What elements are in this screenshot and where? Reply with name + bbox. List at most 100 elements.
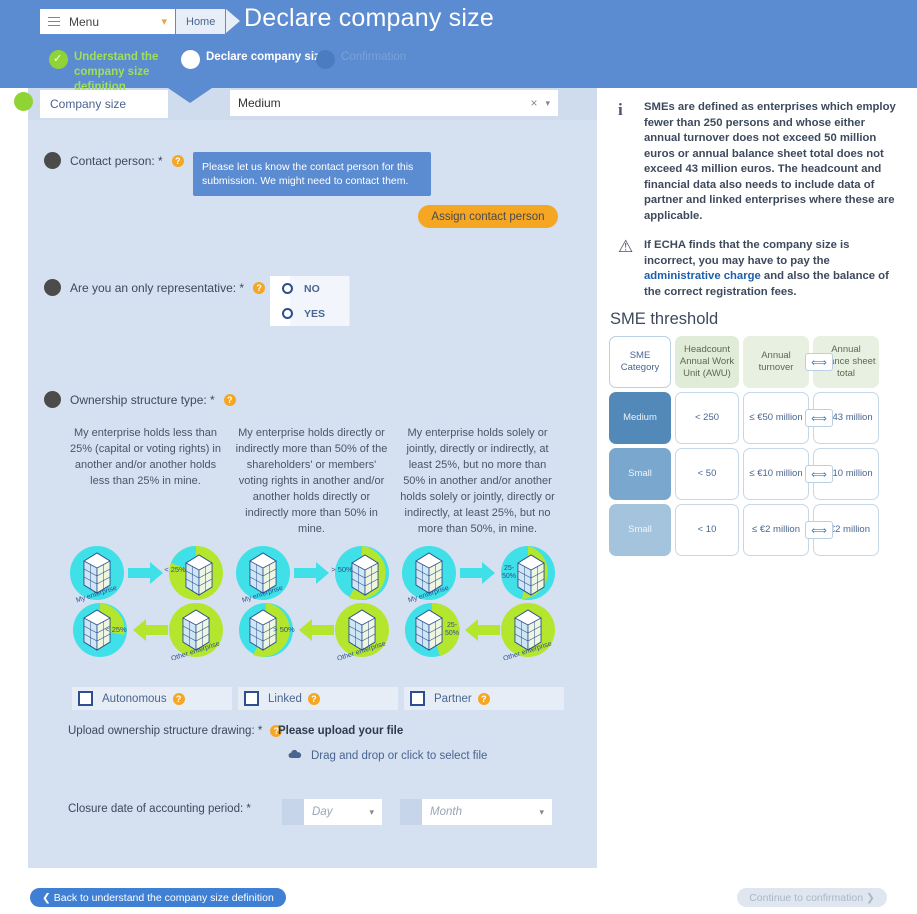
chevron-down-icon: ▾ (161, 16, 167, 28)
info-glyph: i (618, 100, 623, 119)
svg-text:25-: 25- (447, 622, 458, 629)
chevron-down-icon[interactable]: ▾ (539, 807, 544, 818)
svg-text:> 50%: > 50% (331, 565, 353, 574)
closure-day-selector[interactable]: Day ▾ (282, 799, 382, 825)
upload-file-title: Please upload your file (278, 725, 404, 737)
or-arrows-icon: ⟺ (805, 521, 833, 539)
step-future-icon (316, 50, 335, 69)
step-understand-definition[interactable]: Understand the company size definition (49, 50, 172, 95)
table-row: Small < 50 ≤ €10 million ≤ €10 million ⟺ (609, 448, 899, 500)
radio-label: NO (304, 282, 320, 295)
row-headcount: < 250 (675, 392, 739, 444)
checkbox-icon[interactable] (78, 691, 93, 706)
checkbox-icon[interactable] (244, 691, 259, 706)
company-size-pointer-icon (168, 88, 212, 103)
sme-threshold-table: SME Category Headcount Annual Work Unit … (609, 336, 899, 560)
back-button-label: Back to understand the company size defi… (53, 891, 274, 904)
table-header-row: SME Category Headcount Annual Work Unit … (609, 336, 899, 388)
checkbox-icon[interactable] (410, 691, 425, 706)
file-dropzone-label: Drag and drop or click to select file (311, 750, 488, 762)
svg-text:50%: 50% (502, 573, 516, 580)
info-note-sme-definition: i SMEs are defined as enterprises which … (612, 100, 902, 224)
help-icon[interactable]: ? (223, 393, 236, 406)
radio-option-no[interactable]: NO (270, 276, 349, 301)
step-declare-company-size[interactable]: Declare company size (181, 50, 326, 69)
administrative-charge-link[interactable]: administrative charge (644, 270, 761, 282)
svg-text:> 50%: > 50% (273, 625, 295, 634)
help-icon[interactable]: ? (171, 154, 184, 167)
back-button[interactable]: ❮ Back to understand the company size de… (30, 888, 286, 907)
checkbox-linked[interactable]: Linked ? (238, 687, 398, 710)
svg-text:50%: 50% (445, 630, 459, 637)
ownership-description-linked: My enterprise holds directly or indirect… (235, 427, 388, 535)
row-turnover: ≤ €2 million (743, 504, 809, 556)
ownership-description-autonomous: My enterprise holds less than 25% (capit… (69, 427, 221, 487)
checkbox-label: Linked (268, 692, 302, 705)
field-bullet-icon (44, 391, 61, 408)
help-icon[interactable]: ? (253, 281, 266, 294)
closure-month-selector[interactable]: Month ▾ (400, 799, 552, 825)
menu-label: Menu (69, 14, 100, 29)
hamburger-icon (48, 16, 60, 27)
header-sme-category: SME Category (609, 336, 671, 388)
row-headcount: < 10 (675, 504, 739, 556)
info-note-text: SMEs are defined as enterprises which em… (644, 101, 896, 222)
menu-dropdown[interactable]: Menu ▾ (40, 9, 175, 34)
contact-person-tooltip: Please let us know the contact person fo… (193, 152, 431, 196)
radio-circle-icon (282, 308, 293, 319)
step-label: Understand the company size definition (74, 51, 159, 93)
ownership-diagram-partner: My enterprise 25- 50% 25- 50% Other ente… (400, 540, 560, 663)
radio-option-yes[interactable]: YES (270, 301, 349, 326)
help-icon[interactable]: ? (477, 692, 490, 705)
upload-drawing-label: Upload ownership structure drawing: * (68, 725, 263, 737)
assign-contact-person-button[interactable]: Assign contact person (418, 205, 558, 228)
file-dropzone[interactable]: Drag and drop or click to select file (288, 749, 487, 763)
checkbox-label: Partner (434, 692, 472, 705)
step-confirmation: Confirmation (316, 50, 406, 69)
chevron-down-icon[interactable]: ▾ (369, 807, 374, 818)
day-prefix-block (282, 799, 304, 825)
page-title: Declare company size (244, 4, 494, 32)
upload-cloud-icon (288, 749, 302, 763)
continue-button[interactable]: Continue to confirmation ❯ (737, 888, 887, 907)
company-size-value: Medium (238, 96, 281, 110)
contact-person-field-row: Contact person: * ? (44, 152, 184, 169)
continue-button-label: Continue to confirmation (749, 891, 864, 904)
help-icon[interactable]: ? (172, 692, 185, 705)
or-arrows-icon: ⟺ (805, 409, 833, 427)
month-select[interactable]: Month ▾ (422, 799, 552, 825)
table-row: Small < 10 ≤ €2 million ≤ €2 million ⟺ (609, 504, 899, 556)
breadcrumb-home[interactable]: Home (176, 9, 226, 34)
info-note-warning: ⚠ If ECHA finds that the company size is… (612, 238, 902, 300)
svg-text:< 25%: < 25% (105, 625, 127, 634)
table-row: Medium < 250 ≤ €50 million ≤ €43 million… (609, 392, 899, 444)
header-headcount: Headcount Annual Work Unit (AWU) (675, 336, 739, 388)
breadcrumb-arrow-icon (226, 9, 240, 33)
step-label: Declare company size (206, 51, 327, 63)
month-placeholder: Month (430, 806, 462, 818)
info-icon: i (612, 100, 644, 224)
checkbox-partner[interactable]: Partner ? (404, 687, 564, 710)
only-representative-field-row: Are you an only representative: * ? (44, 279, 266, 296)
ownership-structure-field-row: Ownership structure type: * ? (44, 391, 236, 408)
ownership-description-partner: My enterprise holds solely or jointly, d… (400, 427, 555, 535)
warning-icon: ⚠ (612, 238, 644, 300)
checkbox-label: Autonomous (102, 692, 167, 705)
sme-threshold-title: SME threshold (610, 310, 719, 328)
row-category: Medium (609, 392, 671, 444)
warning-glyph: ⚠ (618, 237, 634, 256)
company-size-select[interactable]: Medium × ▾ (230, 90, 558, 116)
company-size-status-icon (14, 92, 33, 111)
chevron-left-icon: ❮ (42, 891, 51, 904)
field-bullet-icon (44, 152, 61, 169)
day-select[interactable]: Day ▾ (304, 799, 382, 825)
radio-circle-icon (282, 283, 293, 294)
clear-icon[interactable]: × (530, 96, 537, 110)
svg-text:25-: 25- (504, 565, 515, 572)
checkbox-autonomous[interactable]: Autonomous ? (72, 687, 232, 710)
ownership-diagram-autonomous: My enterprise < 25% < 25% Other enterpri… (68, 540, 228, 663)
row-category: Small (609, 504, 671, 556)
info-panel: i SMEs are defined as enterprises which … (612, 100, 902, 314)
help-icon[interactable]: ? (307, 692, 320, 705)
chevron-down-icon[interactable]: ▾ (545, 98, 550, 109)
